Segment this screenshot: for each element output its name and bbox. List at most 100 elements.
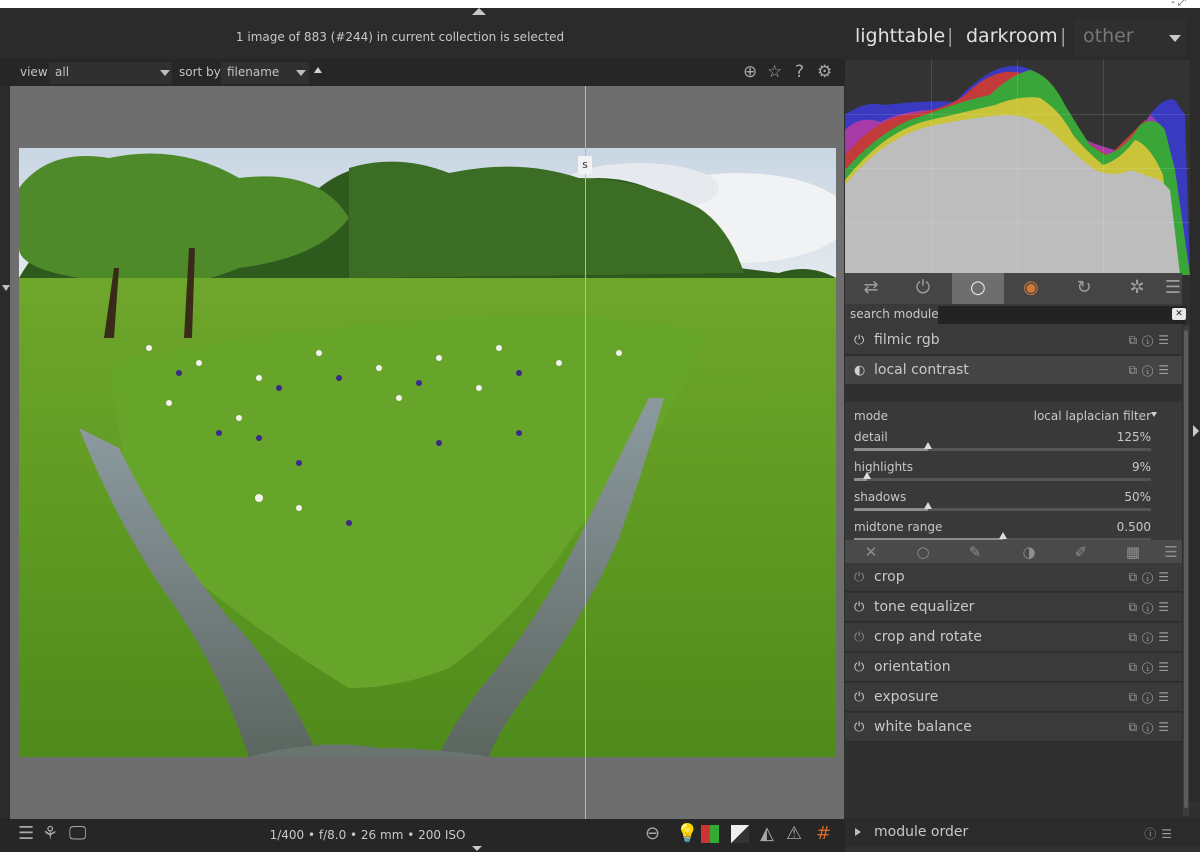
module-exposure[interactable]: ⏻ exposure ⧉ⓘ☰	[845, 683, 1182, 712]
module-tone-equalizer[interactable]: ⏻ tone equalizer ⧉ⓘ☰	[845, 593, 1182, 622]
gear-icon[interactable]: ⚙	[817, 63, 832, 81]
module-crop-and-rotate[interactable]: ⏻ crop and rotate ⧉ⓘ☰	[845, 623, 1182, 652]
mask-tool-tabs: ✕ ○ ✎ ◑ ✐ ▦ ☰	[845, 540, 1182, 565]
power-icon[interactable]: ⏻	[854, 570, 864, 585]
parametric-mask-icon[interactable]: ◑	[1003, 540, 1055, 565]
photo-image	[19, 148, 836, 757]
mask-off-icon[interactable]: ✕	[845, 540, 897, 565]
left-panel-toggle-icon[interactable]	[2, 285, 10, 291]
power-icon[interactable]: ⏻	[854, 720, 864, 735]
blend-menu-icon[interactable]: ☰	[1161, 540, 1181, 565]
expand-icon[interactable]	[855, 828, 861, 836]
left-panel-edge	[0, 86, 10, 819]
view-lighttable[interactable]: lighttable	[855, 25, 945, 47]
slider-value: 0.500	[1116, 520, 1151, 534]
power-icon[interactable]: ⏻	[854, 600, 864, 615]
filter-bar: view all sort by filename ⊕ ☆ ? ⚙	[0, 59, 845, 86]
module-group-tabs: ⇄ ⏻ ○ ◉ ↻ ✲ ☰	[845, 273, 1182, 304]
module-actions-icon[interactable]: ⧉ⓘ☰	[1128, 600, 1174, 615]
slider-highlights[interactable]: highlights 9%	[854, 460, 1151, 486]
module-actions-icon[interactable]: ⧉ⓘ☰	[1128, 363, 1174, 378]
color-assessment-icon[interactable]	[701, 825, 719, 843]
drawn-parametric-mask-icon[interactable]: ✐	[1055, 540, 1107, 565]
scrollbar-thumb[interactable]	[1184, 330, 1188, 808]
window-top-strip: ‑ ⤢	[0, 0, 1200, 8]
local-contrast-params: mode local laplacian filter detail 125% …	[845, 402, 1182, 553]
module-filmic-rgb[interactable]: ⏻ filmic rgb ⧉ⓘ☰	[845, 326, 1182, 355]
power-icon[interactable]: ⏻	[854, 630, 864, 645]
histogram[interactable]	[845, 60, 1190, 275]
base-group-icon[interactable]: ○	[952, 273, 1004, 304]
view-other-select[interactable]: other	[1074, 19, 1187, 57]
top-panel-toggle-icon[interactable]	[472, 8, 486, 15]
power-icon[interactable]: ⏻	[854, 333, 864, 348]
right-panel-toggle-icon[interactable]	[1193, 425, 1199, 437]
view-select[interactable]: all	[49, 62, 172, 84]
bottom-panel-toggle-icon[interactable]	[472, 846, 482, 851]
split-handle[interactable]: s	[578, 156, 592, 174]
slider-shadows[interactable]: shadows 50%	[854, 490, 1151, 516]
gamut-check-icon[interactable]: ◭	[760, 824, 774, 844]
module-name: white balance	[874, 719, 972, 735]
sort-select[interactable]: filename	[221, 62, 309, 84]
warning-icon[interactable]: ⚠	[786, 824, 802, 844]
module-actions-icon[interactable]: ⧉ⓘ☰	[1128, 660, 1174, 675]
mode-value[interactable]: local laplacian filter	[1034, 409, 1151, 423]
module-name: crop	[874, 569, 905, 585]
view-darkroom[interactable]: darkroom	[966, 25, 1058, 47]
color-labels-icon[interactable]: ⊕	[743, 63, 757, 81]
right-panel-edge	[1190, 45, 1200, 802]
uniform-mask-icon[interactable]: ○	[897, 540, 949, 565]
module-actions-icon[interactable]: ⧉ⓘ☰	[1128, 690, 1174, 705]
photo-preview	[19, 148, 836, 757]
module-name: tone equalizer	[874, 599, 975, 615]
module-actions-icon[interactable]: ⧉ⓘ☰	[1128, 333, 1174, 348]
module-name: exposure	[874, 689, 939, 705]
module-local-contrast[interactable]: ◐ local contrast ⧉ⓘ☰	[845, 356, 1182, 385]
power-icon[interactable]: ◐	[854, 363, 865, 378]
color-group-icon[interactable]: ◉	[1005, 273, 1057, 304]
raster-mask-icon[interactable]: ▦	[1107, 540, 1159, 565]
search-module-label: search module	[850, 307, 939, 321]
module-white-balance[interactable]: ⏻ white balance ⧉ⓘ☰	[845, 713, 1182, 742]
image-canvas[interactable]: s	[10, 86, 844, 819]
quick-access-icon[interactable]: ⇄	[845, 273, 897, 304]
slider-track[interactable]	[854, 502, 1151, 511]
help-icon[interactable]: ?	[795, 63, 804, 81]
collection-message: 1 image of 883 (#244) in current collect…	[235, 30, 565, 44]
window-controls-icon[interactable]: ‑ ⤢	[1171, 0, 1186, 8]
sort-direction-icon[interactable]	[314, 67, 322, 73]
module-crop[interactable]: ⏻ crop ⧉ⓘ☰	[845, 563, 1182, 592]
module-orientation[interactable]: ⏻ orientation ⧉ⓘ☰	[845, 653, 1182, 682]
correct-group-icon[interactable]: ↻	[1058, 273, 1110, 304]
sort-label: sort by	[179, 65, 221, 79]
split-divider[interactable]	[585, 86, 586, 819]
search-module-input[interactable]	[938, 306, 1186, 324]
slider-detail[interactable]: detail 125%	[854, 430, 1151, 456]
right-panel: lighttable | darkroom | other ⇄ ⏻ ○ ◉ ↻ …	[845, 15, 1200, 852]
slider-track[interactable]	[854, 472, 1151, 481]
power-icon[interactable]: ⏻	[854, 660, 864, 675]
power-icon[interactable]: ⏻	[897, 273, 949, 304]
lightbulb-icon[interactable]: 💡	[676, 824, 698, 844]
module-order-row[interactable]: module order ⓘ☰	[845, 817, 1200, 847]
slider-track[interactable]	[854, 442, 1151, 451]
presets-menu-icon[interactable]: ☰	[1163, 273, 1183, 304]
drawn-mask-icon[interactable]: ✎	[949, 540, 1001, 565]
module-actions-icon[interactable]: ⧉ⓘ☰	[1128, 720, 1174, 735]
focus-peaking-icon[interactable]: ⊖	[645, 824, 660, 844]
guides-icon[interactable]: #	[816, 824, 831, 844]
slider-value: 50%	[1124, 490, 1151, 504]
module-order-actions-icon[interactable]: ⓘ☰	[1144, 825, 1177, 842]
clear-search-icon[interactable]: ✕	[1172, 308, 1186, 320]
module-scrollbar[interactable]	[1183, 326, 1189, 816]
power-icon[interactable]: ⏻	[854, 690, 864, 705]
star-icon[interactable]: ☆	[767, 63, 782, 81]
softproof-icon[interactable]	[731, 825, 749, 843]
effects-group-icon[interactable]: ✲	[1111, 273, 1163, 304]
module-actions-icon[interactable]: ⧉ⓘ☰	[1128, 570, 1174, 585]
slider-value: 125%	[1116, 430, 1151, 444]
chevron-down-icon	[1151, 412, 1157, 417]
module-actions-icon[interactable]: ⧉ⓘ☰	[1128, 630, 1174, 645]
view-switcher: lighttable | darkroom | other	[845, 15, 1200, 60]
